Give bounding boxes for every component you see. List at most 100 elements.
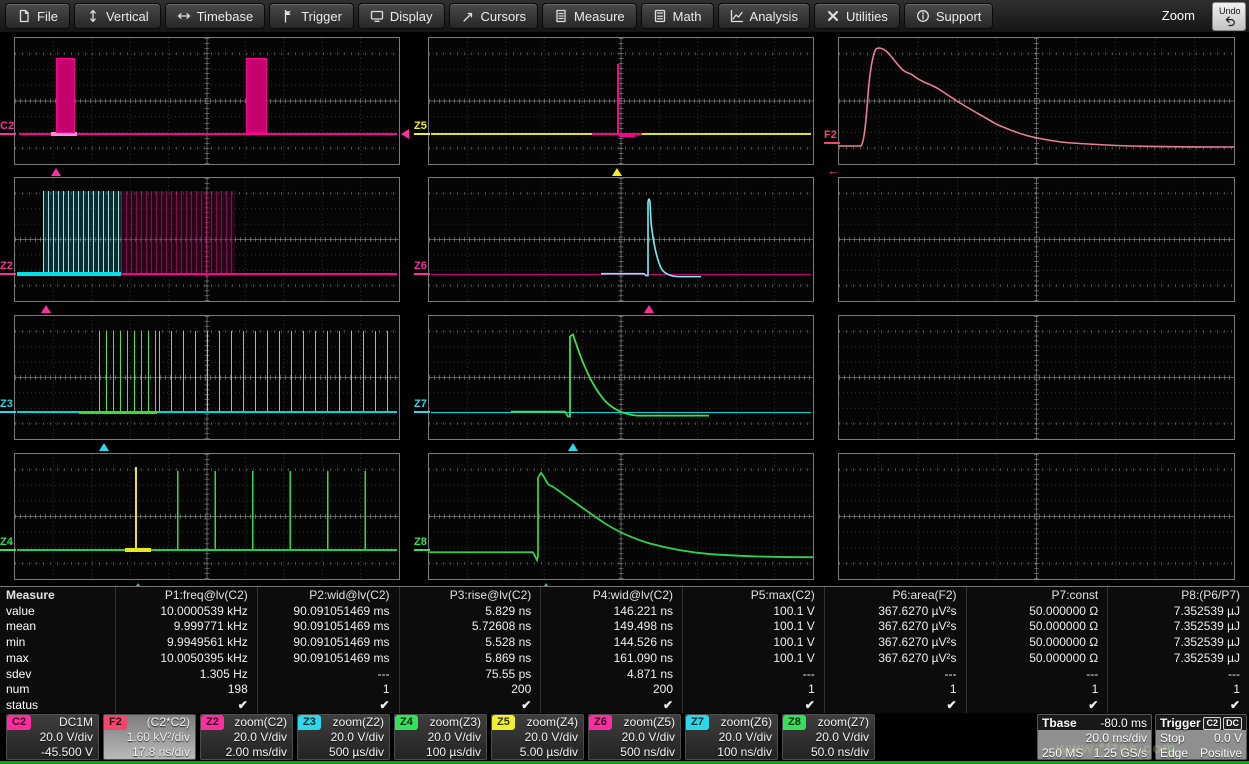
p2-header[interactable]: P2:wid@lv(C2) — [257, 587, 399, 603]
analysis-chart-icon — [730, 9, 744, 23]
panel-c2[interactable]: C2 — [14, 37, 400, 165]
z7-trigger-position-marker[interactable] — [568, 443, 578, 451]
display-monitor-icon — [370, 9, 384, 23]
cell: 144.526 ns — [540, 634, 682, 650]
cell: 367.6270 µV²s — [824, 634, 966, 650]
descriptor-f2[interactable]: F2 (C2*C2) 1.60 kV²/div 17.8 ns/div — [103, 714, 196, 760]
panel-z2[interactable]: Z2 — [14, 177, 400, 302]
z8-zoom-trace — [429, 454, 813, 579]
menu-vertical-button[interactable]: Vertical — [74, 3, 161, 29]
z7-tab[interactable]: Z7 — [686, 715, 709, 730]
f2-tab[interactable]: F2 — [104, 715, 127, 730]
cell: 90.091051469 ms — [257, 634, 399, 650]
z4-source: zoom(Z3) — [430, 715, 481, 730]
menu-timebase-button[interactable]: Timebase — [165, 3, 266, 29]
z5-trigger-position-marker[interactable] — [612, 168, 622, 176]
f2-function: (C2*C2) — [147, 715, 190, 730]
undo-button[interactable]: Undo — [1212, 2, 1246, 31]
measure-table: Measure P1:freq@lv(C2) P2:wid@lv(C2) P3:… — [0, 586, 1249, 713]
menu-utilities-button[interactable]: Utilities — [814, 3, 900, 29]
cell: --- — [682, 666, 824, 682]
panel-z7[interactable]: Z7 — [428, 315, 814, 440]
num-row: num 198 1 200 200 1 1 1 1 — [0, 682, 1249, 698]
z3-trigger-position-marker[interactable] — [99, 443, 109, 451]
status-check-icon: ✔ — [824, 697, 966, 713]
status-check-icon: ✔ — [257, 697, 399, 713]
p8-header[interactable]: P8:(P6/P7) — [1107, 587, 1249, 603]
timebase-box[interactable]: Tbase -80.0 ms 20.0 ms/div 250 MS 1.25 G… — [1037, 714, 1152, 760]
z2-tab[interactable]: Z2 — [201, 715, 224, 730]
z3-source: zoom(Z2) — [333, 715, 384, 730]
panel-f2[interactable]: F2 ← — [838, 37, 1235, 165]
z4-tab[interactable]: Z4 — [395, 715, 418, 730]
descriptor-z3[interactable]: Z3 zoom(Z2) 20.0 V/div 500 µs/div — [297, 714, 390, 760]
cell: 367.6270 µV²s — [824, 650, 966, 666]
cell: 5.829 ns — [399, 603, 541, 619]
cell: 100.1 V — [682, 619, 824, 635]
c2-tab[interactable]: C2 — [7, 715, 31, 730]
z5-tab[interactable]: Z5 — [492, 715, 515, 730]
descriptor-z8[interactable]: Z8 zoom(Z7) 20.0 V/div 50.0 ns/div — [782, 714, 875, 760]
cell: --- — [966, 666, 1108, 682]
c2-trigger-level-marker[interactable] — [401, 129, 409, 139]
descriptor-z5[interactable]: Z5 zoom(Z4) 20.0 V/div 5.00 µs/div — [491, 714, 584, 760]
timebase-offset: -80.0 ms — [1100, 716, 1147, 730]
descriptor-z4[interactable]: Z4 zoom(Z3) 20.0 V/div 100 µs/div — [394, 714, 487, 760]
z3-tab[interactable]: Z3 — [298, 715, 321, 730]
menu-support-button[interactable]: Support — [904, 3, 994, 29]
cell: --- — [824, 666, 966, 682]
panel-z5[interactable]: Z5 — [428, 37, 814, 165]
descriptor-z2[interactable]: Z2 zoom(C2) 20.0 V/div 2.00 ms/div — [200, 714, 293, 760]
cell: 10.0050395 kHz — [115, 650, 257, 666]
menu-analysis-button[interactable]: Analysis — [718, 3, 810, 29]
min-row: min 9.9949561 kHz 90.091051469 ms 5.528 … — [0, 634, 1249, 650]
z2-zoom-region-cyan — [43, 191, 121, 273]
row-label-num: num — [0, 682, 115, 698]
file-icon — [17, 9, 31, 23]
cell: --- — [1107, 666, 1249, 682]
z6-trigger-position-marker[interactable] — [644, 305, 654, 313]
z6-tab[interactable]: Z6 — [589, 715, 612, 730]
p6-header[interactable]: P6:area(F2) — [824, 587, 966, 603]
cell: 9.999771 kHz — [115, 619, 257, 635]
oscilloscope-app: File Vertical Timebase Trigger Display C… — [0, 0, 1249, 764]
z8-tab[interactable]: Z8 — [783, 715, 806, 730]
p4-header[interactable]: P4:wid@lv(C2) — [540, 587, 682, 603]
trigger-box[interactable]: Trigger C2DC Stop 0.0 V Edge Positive — [1155, 714, 1247, 760]
cursor-pointer-icon — [461, 9, 475, 23]
z4-baseline-yellow-highlight — [125, 548, 151, 552]
panel-z4[interactable]: Z4 — [14, 453, 400, 580]
max-row: max 10.0050395 kHz 90.091051469 ms 5.869… — [0, 650, 1249, 666]
panel-empty-3[interactable] — [838, 453, 1235, 580]
timebase-sample-rate: 1.25 GS/s — [1094, 746, 1147, 760]
panel-z6[interactable]: Z6 — [428, 177, 814, 302]
f2-math-trace — [839, 38, 1234, 164]
menu-measure-button[interactable]: Measure — [542, 3, 637, 29]
panel-empty-1[interactable] — [838, 177, 1235, 302]
z3-cyan-pulse-train — [159, 331, 397, 411]
cell: 7.352539 µJ — [1107, 619, 1249, 635]
z2-trigger-position-marker[interactable] — [41, 305, 51, 313]
status-check-icon: ✔ — [682, 697, 824, 713]
cell: 90.091051469 ms — [257, 619, 399, 635]
z7-hscale: 100 ns/div — [717, 745, 772, 760]
p5-header[interactable]: P5:max(C2) — [682, 587, 824, 603]
p7-header[interactable]: P7:const — [966, 587, 1108, 603]
c2-trigger-position-marker[interactable] — [51, 168, 61, 176]
menu-cursors-button[interactable]: Cursors — [449, 3, 539, 29]
p1-header[interactable]: P1:freq@lv(C2) — [115, 587, 257, 603]
cell: 90.091051469 ms — [257, 650, 399, 666]
menu-file-button[interactable]: File — [5, 3, 70, 29]
cell: 1 — [824, 682, 966, 698]
menu-trigger-button[interactable]: Trigger — [269, 3, 354, 29]
panel-z8[interactable]: Z8 — [428, 453, 814, 580]
descriptor-z7[interactable]: Z7 zoom(Z6) 20.0 V/div 100 ns/div — [685, 714, 778, 760]
menu-math-button[interactable]: Math — [641, 3, 714, 29]
menu-display-button[interactable]: Display — [358, 3, 445, 29]
f2-hscale: 17.8 ns/div — [132, 745, 190, 760]
descriptor-c2[interactable]: C2 DC1M 20.0 V/div -45.500 V — [6, 714, 99, 760]
panel-z3[interactable]: Z3 — [14, 315, 400, 440]
descriptor-z6[interactable]: Z6 zoom(Z5) 20.0 V/div 500 ns/div — [588, 714, 681, 760]
panel-empty-2[interactable] — [838, 315, 1235, 440]
p3-header[interactable]: P3:rise@lv(C2) — [399, 587, 541, 603]
